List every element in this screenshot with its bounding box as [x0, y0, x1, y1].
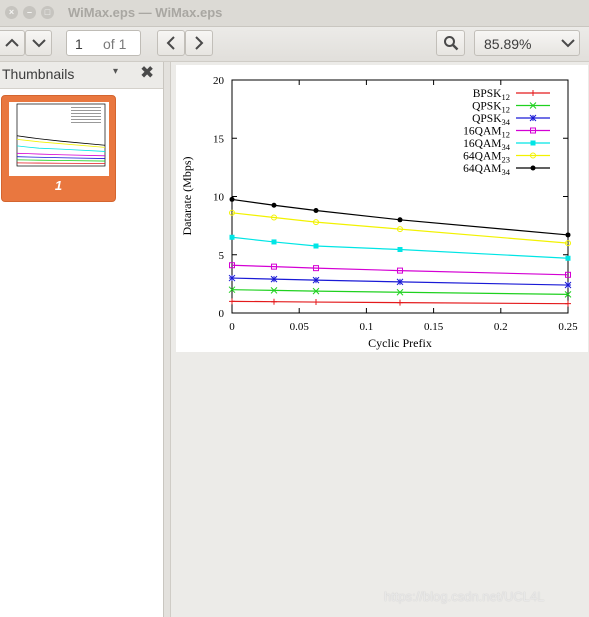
y-tick-label: 15 — [213, 133, 225, 145]
data-point — [228, 274, 236, 282]
data-point — [397, 247, 403, 253]
x-tick-label: 0.15 — [424, 321, 444, 333]
data-point — [313, 243, 319, 249]
document-page: 0 0.05 0.1 0.15 0.2 0.25 0 5 10 15 20 BPSK12 QPSK12… — [176, 65, 588, 352]
title-bar: × – □ WiMax.eps — WiMax.eps — [0, 0, 589, 27]
datarate-chart: 0 0.05 0.1 0.15 0.2 0.2505101520 BPSK12QPSK12… — [180, 75, 578, 350]
pane-splitter[interactable] — [164, 62, 171, 617]
thumbnail-preview — [9, 102, 109, 176]
chevron-down-icon — [31, 39, 46, 48]
zoom-value: 85.89% — [484, 36, 532, 52]
data-point — [271, 202, 277, 208]
x-tick-label: 0.05 — [290, 321, 310, 333]
y-tick-label: 20 — [213, 75, 225, 87]
y-tick-label: 0 — [219, 308, 225, 320]
thumbnail-series-line — [16, 138, 106, 148]
chevron-right-icon — [195, 36, 204, 50]
legend-label: 64QAM34 — [463, 163, 511, 177]
toolbar: 1 of 1 85.89% — [0, 27, 589, 62]
data-point — [397, 299, 403, 306]
series-bpsk-12 — [229, 298, 571, 307]
x-tick-label: 0 — [229, 321, 235, 333]
thumbnail-series-line — [16, 162, 106, 164]
x-tick-label: 0.2 — [494, 321, 508, 333]
series-qpsk-12 — [228, 286, 572, 298]
sidebar-title: Thumbnails — [2, 66, 75, 82]
thumbnail-series-line — [16, 159, 106, 162]
chevron-up-icon — [4, 38, 19, 47]
data-point — [313, 207, 319, 213]
search-icon — [443, 36, 458, 51]
window-title: WiMax.eps — WiMax.eps — [68, 5, 223, 20]
page-total: of 1 — [103, 36, 127, 52]
data-point — [229, 196, 235, 202]
next-page-button[interactable] — [25, 30, 52, 56]
series-16qam-12 — [229, 262, 571, 278]
data-point — [229, 298, 235, 305]
sidebar-header: Thumbnails ▾ ✖ — [0, 62, 163, 89]
maximize-window-button[interactable]: □ — [41, 6, 54, 19]
y-tick-label: 10 — [213, 192, 225, 204]
y-tick-label: 5 — [219, 250, 225, 262]
current-page: 1 — [75, 36, 83, 52]
data-point — [313, 299, 319, 306]
data-point — [397, 217, 403, 223]
data-point — [564, 281, 572, 289]
y-axis-label: Datarate (Mbps) — [180, 157, 194, 236]
data-point — [530, 140, 536, 146]
thumbnail-page-number: 1 — [54, 178, 63, 193]
page-thumbnail[interactable]: 1 — [1, 95, 116, 202]
data-point — [529, 114, 537, 122]
previous-page-button[interactable] — [0, 30, 25, 56]
data-point — [530, 165, 536, 171]
data-point — [565, 232, 571, 238]
watermark: https://blog.csdn.net/UCL4L — [384, 589, 545, 604]
data-point — [271, 298, 277, 305]
find-button[interactable] — [436, 30, 465, 56]
sidebar-mode-dropdown-icon[interactable]: ▾ — [113, 66, 118, 77]
close-window-button[interactable]: × — [5, 6, 18, 19]
sidebar-close-button[interactable]: ✖ — [140, 63, 154, 83]
minimize-window-button[interactable]: – — [23, 6, 36, 19]
data-point — [271, 239, 277, 245]
x-axis-label: Cyclic Prefix — [368, 336, 432, 350]
sidebar: Thumbnails ▾ ✖ 1 — [0, 62, 164, 617]
document-view[interactable]: 0 0.05 0.1 0.15 0.2 0.25 0 5 10 15 20 BPSK12 QPSK12… — [171, 62, 589, 617]
zoom-select[interactable]: 85.89% — [474, 30, 580, 56]
x-tick-label: 0.25 — [558, 321, 578, 333]
data-point — [270, 275, 278, 283]
data-point — [530, 90, 536, 96]
data-point — [312, 276, 320, 284]
dropdown-arrow-icon — [561, 39, 575, 48]
series-64qam-23 — [229, 209, 571, 247]
series-qpsk-34 — [228, 274, 572, 289]
data-point — [396, 278, 404, 286]
history-back-button[interactable] — [157, 30, 185, 56]
page-number-field[interactable]: 1 of 1 — [66, 30, 141, 56]
chevron-left-icon — [166, 36, 175, 50]
data-point — [229, 234, 235, 240]
plot-frame — [231, 79, 569, 314]
thumbnail-series-line — [16, 156, 106, 159]
thumbnail-series-line — [16, 145, 106, 152]
thumbnail-chart — [16, 103, 106, 167]
history-forward-button[interactable] — [185, 30, 213, 56]
data-point — [565, 300, 571, 307]
x-tick-label: 0.1 — [360, 321, 374, 333]
data-point — [565, 255, 571, 261]
thumbnail-series-line — [16, 152, 106, 157]
